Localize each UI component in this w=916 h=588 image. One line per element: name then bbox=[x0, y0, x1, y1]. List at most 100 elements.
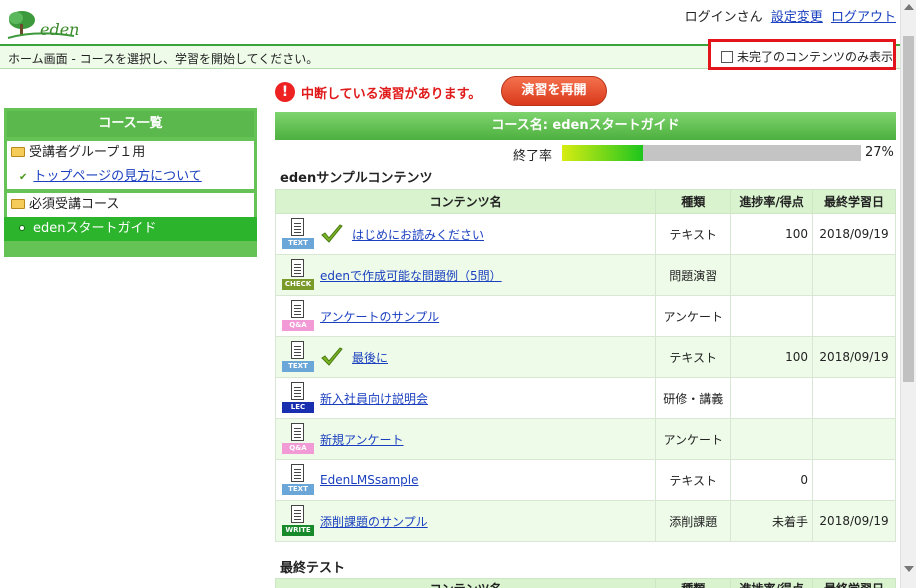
content-type-icon: Q&A bbox=[282, 423, 314, 455]
content-type-icon: TEXT bbox=[282, 218, 314, 250]
scroll-thumb[interactable] bbox=[903, 36, 914, 382]
logout-link[interactable]: ログアウト bbox=[831, 10, 896, 25]
sidebar-item-label[interactable]: トップページの見方について bbox=[33, 169, 201, 184]
eden-logo[interactable]: eden bbox=[6, 6, 80, 40]
scroll-up-arrow-icon[interactable] bbox=[904, 4, 914, 10]
content-type-icon: TEXT bbox=[282, 341, 314, 373]
content-score-cell: 0 bbox=[730, 459, 814, 501]
course-group-label: 必須受講コース bbox=[29, 197, 120, 212]
content-type-cell: 添削課題 bbox=[655, 500, 732, 542]
sidebar-title: コース一覧 bbox=[7, 111, 254, 137]
sidebar-item-label[interactable]: edenスタートガイド bbox=[33, 221, 157, 236]
resume-exercise-button[interactable]: 演習を再開 bbox=[501, 76, 607, 106]
content-score-cell: 100 bbox=[730, 336, 814, 378]
table-row: Q&A アンケートのサンプル アンケート bbox=[274, 295, 896, 337]
sidebar-item-top-page-guide[interactable]: ✔ トップページの見方について bbox=[7, 165, 254, 189]
completed-check-icon bbox=[321, 347, 343, 366]
notice-text: 中断している演習があります。 bbox=[301, 87, 482, 102]
content-date-cell bbox=[812, 459, 896, 501]
column-header-last-date: 最終学習日 bbox=[812, 578, 896, 588]
content-link[interactable]: 新入社員向け説明会 bbox=[320, 392, 428, 406]
content-type-tag: TEXT bbox=[282, 238, 314, 249]
incomplete-only-label[interactable]: 未完了のコンテンツのみ表示 bbox=[737, 48, 893, 65]
column-header-name: コンテンツ名 bbox=[274, 578, 657, 588]
content-link[interactable]: 最後に bbox=[352, 351, 388, 365]
scroll-down-arrow-icon[interactable] bbox=[904, 566, 914, 572]
content-type-icon: LEC bbox=[282, 382, 314, 414]
course-list-sidebar: コース一覧 受講者グループ１用 ✔ トップページの見方について 必須受講コース e… bbox=[4, 108, 257, 257]
course-title: コース名: edenスタートガイド bbox=[275, 112, 896, 140]
bullet-icon bbox=[19, 225, 25, 231]
course-group-label: 受講者グループ１用 bbox=[29, 145, 146, 160]
section-title-sample-contents: edenサンプルコンテンツ bbox=[280, 171, 433, 186]
incomplete-filter[interactable]: 未完了のコンテンツのみ表示 bbox=[708, 39, 896, 70]
content-link[interactable]: はじめにお読みください bbox=[352, 228, 484, 242]
table-header-row: コンテンツ名 種類 進捗率/得点 最終学習日 bbox=[274, 578, 896, 588]
content-name-cell: TEXT 最後に bbox=[274, 336, 657, 378]
final-test-table: コンテンツ名 種類 進捗率/得点 最終学習日 bbox=[274, 578, 896, 588]
content-date-cell: 2018/09/19 bbox=[812, 500, 896, 542]
incomplete-only-checkbox[interactable] bbox=[721, 51, 733, 63]
content-type-icon: CHECK bbox=[282, 259, 314, 291]
folder-icon bbox=[11, 147, 25, 157]
content-type-cell: テキスト bbox=[655, 213, 732, 255]
progress-bar bbox=[562, 145, 861, 161]
content-type-cell: 研修・講義 bbox=[655, 377, 732, 419]
contents-table: コンテンツ名 種類 進捗率/得点 最終学習日 TEXT はじめにお読みください テキ… bbox=[274, 189, 896, 542]
completion-progress: 終了率 27% bbox=[275, 143, 896, 165]
content-link[interactable]: 添削課題のサンプル bbox=[320, 515, 428, 529]
course-group-header[interactable]: 受講者グループ１用 bbox=[7, 141, 254, 165]
content-name-cell: TEXT EdenLMSsample bbox=[274, 459, 657, 501]
vertical-scrollbar[interactable] bbox=[900, 0, 916, 588]
content-name-cell: Q&A アンケートのサンプル bbox=[274, 295, 657, 337]
content-name-cell: TEXT はじめにお読みください bbox=[274, 213, 657, 255]
content-score-cell bbox=[730, 377, 814, 419]
sidebar-item-eden-start-guide[interactable]: edenスタートガイド bbox=[4, 217, 257, 241]
table-row: TEXT はじめにお読みください テキスト 100 2018/09/19 bbox=[274, 213, 896, 255]
content-date-cell bbox=[812, 418, 896, 460]
content-link[interactable]: アンケートのサンプル bbox=[320, 310, 439, 324]
content-type-tag: LEC bbox=[282, 402, 314, 413]
content-link[interactable]: 新規アンケート bbox=[320, 433, 404, 447]
content-link[interactable]: EdenLMSsample bbox=[320, 473, 418, 487]
content-type-cell: アンケート bbox=[655, 418, 732, 460]
table-row: CHECK edenで作成可能な問題例（5問） 問題演習 bbox=[274, 254, 896, 296]
content-date-cell bbox=[812, 377, 896, 419]
content-type-tag: Q&A bbox=[282, 320, 314, 331]
course-group-header[interactable]: 必須受講コース bbox=[7, 193, 254, 217]
content-score-cell bbox=[730, 418, 814, 460]
user-links: ログインさん 設定変更 ログアウト bbox=[685, 6, 896, 25]
table-row: TEXT 最後に テキスト 100 2018/09/19 bbox=[274, 336, 896, 378]
column-header-progress: 進捗率/得点 bbox=[730, 189, 814, 214]
table-row: TEXT EdenLMSsample テキスト 0 bbox=[274, 459, 896, 501]
logo-text: eden bbox=[40, 20, 80, 39]
content-name-cell: Q&A 新規アンケート bbox=[274, 418, 657, 460]
table-row: Q&A 新規アンケート アンケート bbox=[274, 418, 896, 460]
column-header-progress: 進捗率/得点 bbox=[730, 578, 814, 588]
check-icon: ✔ bbox=[19, 172, 28, 183]
content-name-cell: CHECK edenで作成可能な問題例（5問） bbox=[274, 254, 657, 296]
content-type-cell: テキスト bbox=[655, 336, 732, 378]
table-row: WRITE 添削課題のサンプル 添削課題 未着手 2018/09/19 bbox=[274, 500, 896, 542]
content-name-cell: WRITE 添削課題のサンプル bbox=[274, 500, 657, 542]
content-type-cell: テキスト bbox=[655, 459, 732, 501]
content-score-cell bbox=[730, 295, 814, 337]
content-link[interactable]: edenで作成可能な問題例（5問） bbox=[320, 269, 502, 283]
content-name-cell: LEC 新入社員向け説明会 bbox=[274, 377, 657, 419]
content-type-tag: WRITE bbox=[282, 525, 314, 536]
course-group: 受講者グループ１用 ✔ トップページの見方について bbox=[7, 141, 254, 189]
column-header-type: 種類 bbox=[655, 189, 732, 214]
progress-percent: 27% bbox=[865, 145, 894, 160]
content-score-cell bbox=[730, 254, 814, 296]
table-header-row: コンテンツ名 種類 進捗率/得点 最終学習日 bbox=[274, 189, 896, 214]
settings-link[interactable]: 設定変更 bbox=[771, 10, 823, 25]
column-header-name: コンテンツ名 bbox=[274, 189, 657, 214]
content-score-cell: 100 bbox=[730, 213, 814, 255]
content-type-tag: TEXT bbox=[282, 361, 314, 372]
content-type-tag: Q&A bbox=[282, 443, 314, 454]
exclamation-icon: ! bbox=[275, 82, 295, 102]
completed-check-icon bbox=[321, 224, 343, 243]
content-date-cell bbox=[812, 254, 896, 296]
content-type-cell: 問題演習 bbox=[655, 254, 732, 296]
breadcrumb: ホーム画面 - コースを選択し、学習を開始してください。 bbox=[8, 52, 319, 66]
